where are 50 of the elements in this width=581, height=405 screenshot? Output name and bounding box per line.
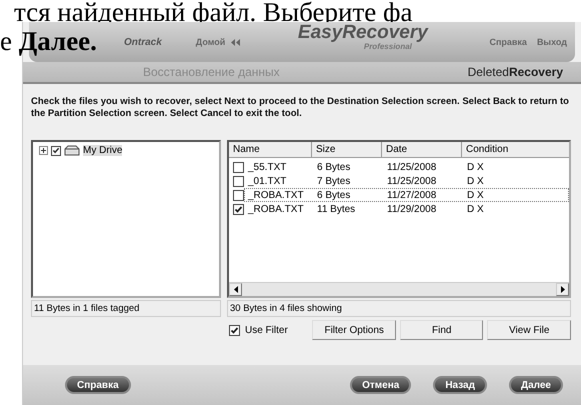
drive-icon: [64, 145, 80, 156]
table-cell-text: _01.TXT: [246, 176, 288, 186]
checkbox[interactable]: [51, 146, 61, 156]
tool-button[interactable]: View File: [487, 320, 571, 340]
column-header[interactable]: Condition: [462, 142, 569, 157]
section-title: Восстановление данных: [143, 65, 281, 79]
double-arrow-icon: [231, 38, 240, 46]
checkbox[interactable]: [233, 162, 244, 172]
checkbox[interactable]: [233, 204, 244, 214]
edition-text: Professional: [364, 42, 412, 50]
column-header[interactable]: Size: [312, 142, 382, 157]
checkbox-label[interactable]: Use Filter: [245, 324, 288, 336]
table-cell-text: _ROBA.TXT: [246, 204, 305, 214]
table-cell-text: 11/25/2008: [386, 162, 438, 172]
horizontal-scrollbar[interactable]: [229, 282, 569, 296]
table-cell-text: D X: [466, 190, 484, 200]
column-header[interactable]: Name: [229, 142, 312, 157]
tool-button[interactable]: Filter Options: [312, 320, 396, 340]
help-button[interactable]: Справка: [65, 376, 131, 394]
product-title: EasyRecovery: [298, 24, 428, 42]
column-header[interactable]: Date: [382, 142, 462, 157]
module-title: DeletedRecovery: [468, 65, 563, 79]
right-arrow-icon[interactable]: [560, 286, 564, 293]
checkbox[interactable]: [229, 324, 240, 336]
checkbox[interactable]: [233, 176, 244, 186]
table-cell-text: D X: [466, 162, 484, 172]
logo-text: Ontrack: [124, 36, 162, 48]
table-cell-text: 11/29/2008: [386, 204, 438, 214]
table-cell-text: 11/25/2008: [386, 176, 438, 186]
table-cell-text: _ROBA.TXT: [246, 190, 305, 200]
table-cell-text: 11 Bytes: [316, 204, 356, 214]
table-cell-text: D X: [466, 204, 484, 214]
checkbox[interactable]: [233, 190, 244, 200]
status-text: 30 Bytes in 4 files showing: [227, 300, 571, 317]
action-button[interactable]: Далее: [508, 376, 563, 394]
tree-item[interactable]: My Drive: [83, 145, 122, 156]
action-button[interactable]: Назад: [433, 376, 487, 394]
table-cell-text: 6 Bytes: [316, 190, 352, 200]
left-arrow-icon[interactable]: [234, 286, 238, 293]
action-button[interactable]: Отмена: [350, 376, 412, 394]
status-text: 11 Bytes in 1 files tagged: [31, 300, 221, 317]
table-cell-text: _55.TXT: [246, 162, 288, 172]
table-cell-text: D X: [466, 176, 484, 186]
table-cell-text: 11/27/2008: [386, 190, 438, 200]
tool-button[interactable]: Find: [400, 320, 484, 340]
table-cell-text: 7 Bytes: [316, 176, 352, 186]
plus-icon[interactable]: [39, 146, 48, 155]
document-text: е Далее.: [0, 26, 97, 56]
table-cell-text: 6 Bytes: [316, 162, 352, 172]
instructions-text: Check the files you wish to recover, select Next to proceed to the Destination Selection screen. Select Back to return to the Partition Selection screen. Select Cancel to exit the tool.: [31, 96, 570, 120]
